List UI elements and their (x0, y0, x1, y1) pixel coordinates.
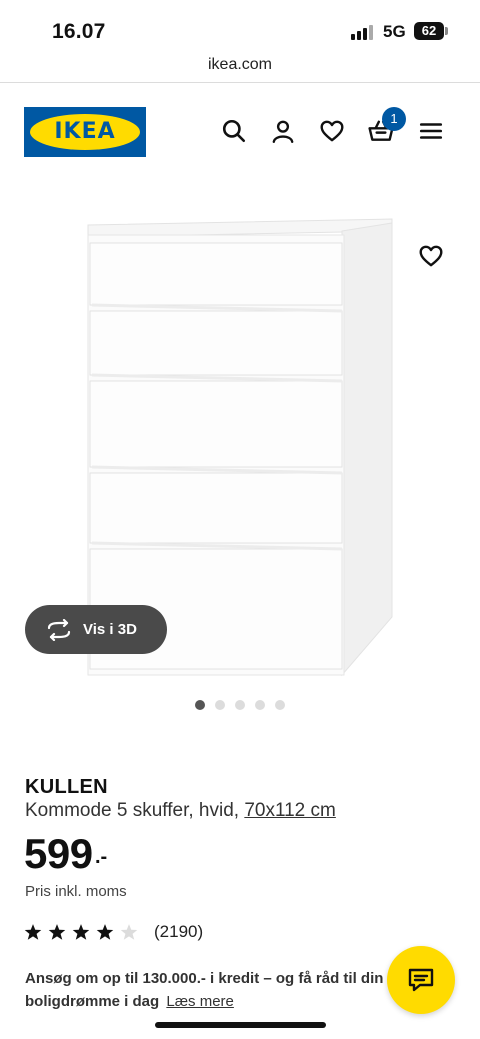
battery-tip (445, 27, 448, 35)
logo-text: IKEA (54, 119, 116, 144)
heart-icon[interactable] (319, 118, 345, 144)
rating[interactable]: (2190) (24, 922, 203, 942)
product-description-text: Kommode 5 skuffer, hvid, (25, 800, 240, 821)
rotate-3d-icon (47, 618, 71, 641)
view-3d-label: Vis i 3D (83, 621, 137, 638)
url-bar[interactable]: ikea.com (0, 56, 480, 83)
pager-dot[interactable] (235, 700, 245, 710)
image-pager (195, 700, 285, 710)
view-3d-button[interactable]: Vis i 3D (25, 605, 167, 654)
review-count: (2190) (154, 922, 204, 941)
star-empty-icon (120, 924, 138, 940)
divider (0, 82, 480, 83)
favorite-icon[interactable] (418, 243, 444, 269)
pager-dot[interactable] (195, 700, 205, 710)
battery-icon: 62 (414, 22, 444, 40)
star-icon (48, 924, 66, 940)
chat-icon (408, 968, 434, 992)
price-suffix: .- (95, 846, 108, 868)
read-more-link[interactable]: Læs mere (166, 993, 234, 1010)
credit-text: Ansøg om op til 130.000.- i kredit – og … (25, 970, 384, 987)
ikea-logo[interactable]: IKEA (24, 107, 146, 157)
product-description: Kommode 5 skuffer, hvid, 70x112 cm (25, 800, 336, 822)
credit-text-line2: boligdrømme i dag Læs mere (25, 990, 234, 1013)
credit-text-line2-label: boligdrømme i dag (25, 993, 160, 1010)
size-link[interactable]: 70x112 cm (244, 800, 336, 821)
product-name: KULLEN (25, 776, 108, 798)
star-icon (24, 924, 42, 940)
status-bar: 16.07 5G 62 (0, 0, 480, 56)
pager-dot[interactable] (215, 700, 225, 710)
signal-icon (351, 24, 375, 40)
cart-badge: 1 (382, 107, 406, 131)
home-indicator (155, 1022, 326, 1028)
chat-button[interactable] (387, 946, 455, 1014)
star-icon (72, 924, 90, 940)
pager-dot[interactable] (255, 700, 265, 710)
price-note: Pris inkl. moms (25, 883, 127, 900)
menu-icon[interactable] (418, 118, 444, 144)
account-icon[interactable] (270, 118, 296, 144)
network-label: 5G (383, 22, 406, 41)
star-icon (96, 924, 114, 940)
search-icon[interactable] (221, 118, 247, 144)
price: 599 (24, 830, 93, 877)
pager-dot[interactable] (275, 700, 285, 710)
status-time: 16.07 (52, 20, 106, 43)
